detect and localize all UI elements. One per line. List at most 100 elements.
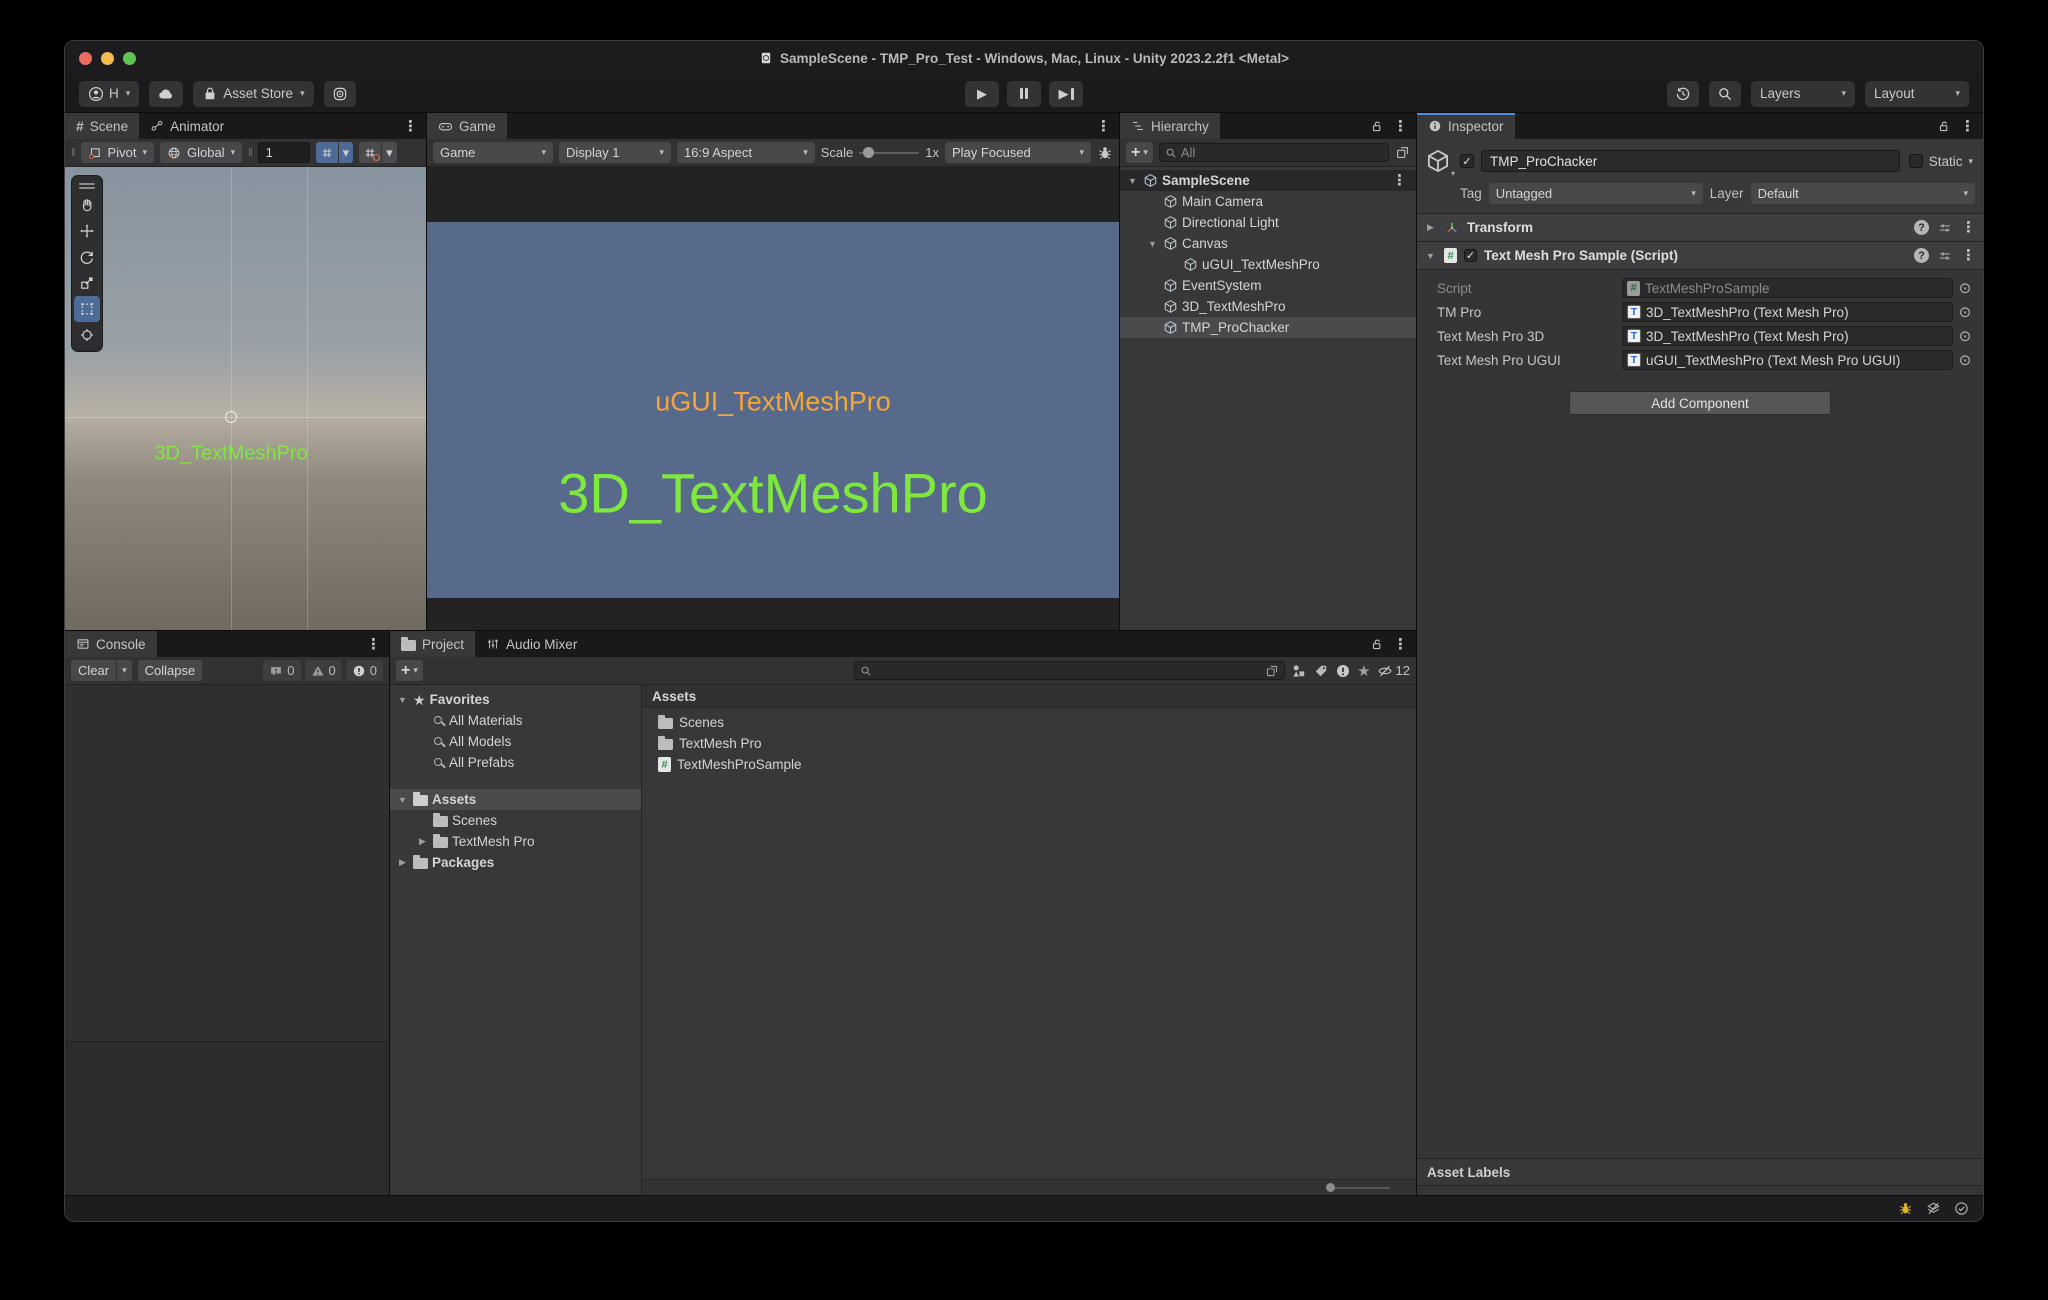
move-tool-button[interactable]: [74, 218, 100, 244]
activity-check-icon[interactable]: [1954, 1201, 1969, 1216]
grid-size-field[interactable]: 1: [258, 142, 310, 163]
expand-arrow[interactable]: ▶: [396, 857, 409, 868]
project-tree-item[interactable]: ▶ Packages: [390, 852, 641, 873]
kebab-menu-icon[interactable]: ⋮: [1393, 119, 1408, 134]
kebab-menu-icon[interactable]: ⋮: [1392, 173, 1412, 188]
lock-icon[interactable]: [1370, 119, 1384, 133]
debugger-bug-icon[interactable]: [1898, 1201, 1913, 1216]
step-button[interactable]: ▶: [1049, 81, 1083, 107]
tab-console[interactable]: Console: [65, 631, 157, 657]
project-tree-item[interactable]: All Prefabs: [390, 752, 641, 773]
hierarchy-add-button[interactable]: ▾: [1126, 142, 1153, 163]
project-search-input[interactable]: [854, 661, 1285, 680]
gameobject-name-field[interactable]: TMP_ProChacker: [1481, 150, 1900, 172]
open-window-icon[interactable]: [1265, 664, 1279, 678]
scene-3d-text-object[interactable]: 3D_TextMeshPro: [154, 443, 307, 466]
project-add-button[interactable]: ▾: [396, 660, 423, 681]
kebab-menu-icon[interactable]: ⋮: [366, 637, 381, 652]
presets-icon[interactable]: [1938, 249, 1952, 263]
play-focused-dropdown[interactable]: Play Focused▾: [945, 142, 1091, 163]
search-by-label-icon[interactable]: [1313, 663, 1329, 679]
snap-increment-button[interactable]: [359, 142, 381, 163]
services-button[interactable]: [324, 81, 356, 107]
project-tree-item[interactable]: ▶ TextMesh Pro: [390, 831, 641, 852]
scale-tool-button[interactable]: [74, 270, 100, 296]
rotate-tool-button[interactable]: [74, 244, 100, 270]
gameobject-icon[interactable]: ▾: [1423, 146, 1453, 176]
grid-snap-dropdown[interactable]: ▾: [339, 142, 354, 163]
grid-snap-button[interactable]: [316, 142, 338, 163]
project-tree-item[interactable]: All Models: [390, 731, 641, 752]
overlay-drag-handle[interactable]: [74, 179, 100, 192]
pivot-dropdown[interactable]: Pivot▾: [81, 142, 154, 163]
asset-labels-header[interactable]: Asset Labels: [1417, 1158, 1983, 1185]
layout-dropdown[interactable]: Layout▾: [1865, 81, 1969, 107]
asset-item[interactable]: TextMeshProSample: [642, 754, 1416, 775]
expand-arrow[interactable]: ▼: [1424, 251, 1437, 261]
hierarchy-item[interactable]: 3D_TextMeshPro ⋮: [1120, 296, 1416, 317]
error-filter-button[interactable]: 0: [346, 660, 383, 681]
object-picker-icon[interactable]: ⊙: [1953, 303, 1977, 321]
hierarchy-item[interactable]: TMP_ProChacker ⋮: [1120, 317, 1416, 338]
rect-tool-button[interactable]: [74, 296, 100, 322]
hierarchy-item[interactable]: ▼ Canvas ⋮: [1120, 233, 1416, 254]
game-view[interactable]: uGUI_TextMeshPro 3D_TextMeshPro: [427, 167, 1119, 630]
expand-arrow[interactable]: ▶: [1424, 222, 1437, 233]
warning-filter-button[interactable]: 0: [305, 660, 342, 681]
project-tree-item[interactable]: All Materials: [390, 710, 641, 731]
expand-arrow[interactable]: ▼: [1146, 239, 1159, 249]
script-component-header[interactable]: ▼ ✓ Text Mesh Pro Sample (Script) ? ⋮: [1417, 242, 1983, 270]
hierarchy-search-input[interactable]: All: [1159, 143, 1389, 162]
minimize-button[interactable]: [101, 52, 114, 65]
asset-item[interactable]: TextMesh Pro: [642, 733, 1416, 754]
component-enabled-checkbox[interactable]: ✓: [1464, 249, 1477, 262]
hierarchy-item[interactable]: EventSystem ⋮: [1120, 275, 1416, 296]
kebab-menu-icon[interactable]: ⋮: [1393, 637, 1408, 652]
tab-project[interactable]: Project: [390, 631, 475, 657]
hierarchy-item[interactable]: Directional Light ⋮: [1120, 212, 1416, 233]
tab-animator[interactable]: Animator: [139, 113, 235, 139]
console-clear-dropdown[interactable]: ▾: [117, 660, 132, 681]
hidden-packages-toggle[interactable]: 12: [1377, 663, 1410, 679]
undo-history-button[interactable]: [1667, 81, 1699, 107]
expand-arrow[interactable]: ▼: [396, 795, 409, 805]
info-filter-button[interactable]: 0: [263, 660, 300, 681]
expand-arrow[interactable]: ▼: [396, 695, 409, 705]
object-picker-icon[interactable]: ⊙: [1953, 351, 1977, 369]
project-tree-item[interactable]: ▼ Assets: [390, 789, 641, 810]
console-collapse-toggle[interactable]: Collapse: [138, 660, 203, 681]
object-picker-icon[interactable]: ⊙: [1953, 327, 1977, 345]
hierarchy-item[interactable]: ▼ SampleScene ⋮: [1120, 170, 1416, 191]
alert-icon[interactable]: [1335, 663, 1351, 679]
expand-arrow[interactable]: ▶: [416, 836, 429, 847]
global-dropdown[interactable]: Global▾: [160, 142, 242, 163]
transform-component-header[interactable]: ▶ Transform ? ⋮: [1417, 214, 1983, 242]
tag-dropdown[interactable]: Untagged▾: [1489, 183, 1703, 204]
display-dropdown[interactable]: Display 1▾: [559, 142, 671, 163]
tab-audio-mixer[interactable]: Audio Mixer: [475, 631, 588, 657]
tab-inspector[interactable]: Inspector: [1417, 113, 1515, 139]
game-mode-dropdown[interactable]: Game▾: [433, 142, 553, 163]
scene-viewport[interactable]: 3D_TextMeshPro: [65, 167, 426, 630]
object-reference-field[interactable]: 3D_TextMeshPro (Text Mesh Pro): [1622, 302, 1953, 322]
chevron-down-icon[interactable]: ▾: [1968, 156, 1973, 167]
open-window-icon[interactable]: [1395, 145, 1410, 160]
fullscreen-button[interactable]: [123, 52, 136, 65]
snap-increment-dropdown[interactable]: ▾: [382, 142, 397, 163]
hierarchy-item[interactable]: Main Camera ⋮: [1120, 191, 1416, 212]
debug-bug-icon[interactable]: [1097, 145, 1113, 161]
kebab-menu-icon[interactable]: ⋮: [1960, 119, 1975, 134]
close-button[interactable]: [79, 52, 92, 65]
kebab-menu-icon[interactable]: ⋮: [1961, 220, 1976, 235]
lock-icon[interactable]: [1937, 119, 1951, 133]
layer-dropdown[interactable]: Default▾: [1751, 183, 1975, 204]
console-log-area[interactable]: [65, 685, 389, 1042]
kebab-menu-icon[interactable]: ⋮: [1961, 248, 1976, 263]
object-reference-field[interactable]: uGUI_TextMeshPro (Text Mesh Pro UGUI): [1622, 350, 1953, 370]
aspect-dropdown[interactable]: 16:9 Aspect▾: [677, 142, 815, 163]
object-reference-field[interactable]: TextMeshProSample: [1622, 278, 1953, 298]
asset-item[interactable]: Scenes: [642, 712, 1416, 733]
search-button[interactable]: [1709, 81, 1741, 107]
project-tree-item[interactable]: ▼ Favorites: [390, 689, 641, 710]
cloud-button[interactable]: [149, 81, 183, 107]
